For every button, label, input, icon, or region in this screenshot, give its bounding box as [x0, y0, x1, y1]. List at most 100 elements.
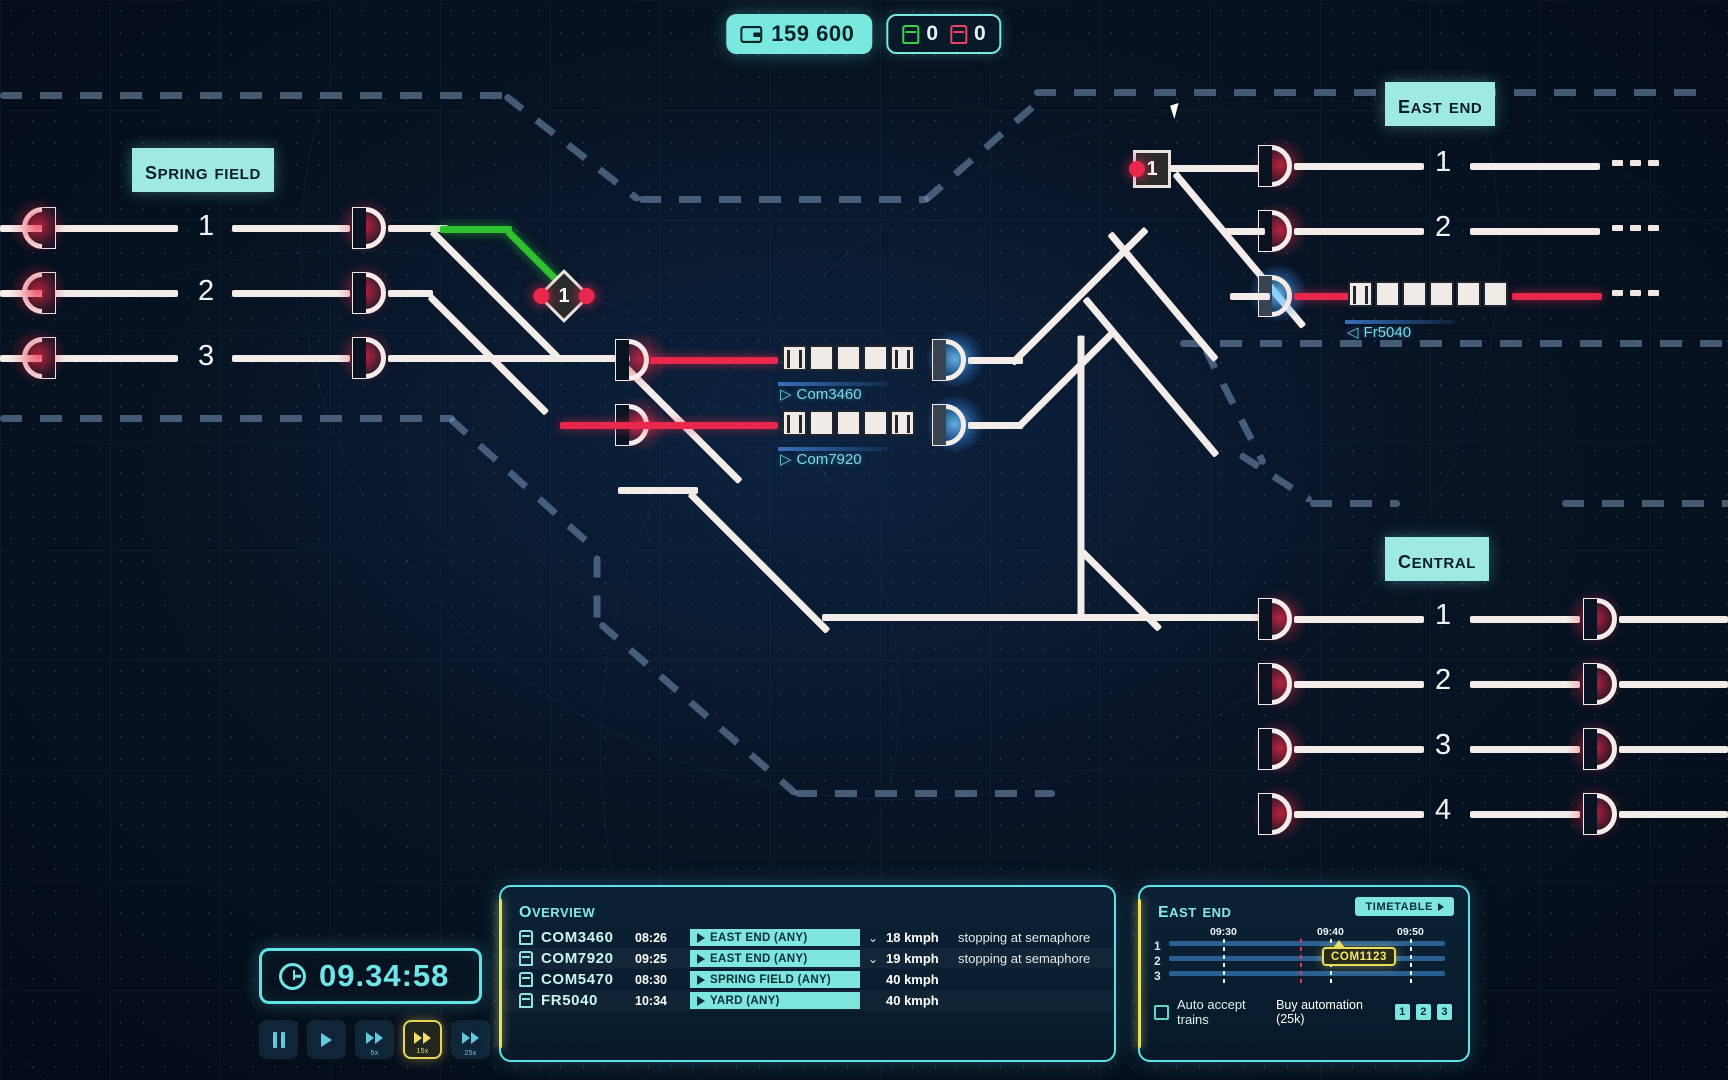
signal-mid-b-east[interactable] [932, 404, 966, 446]
train-speed: 19 kmph [886, 951, 939, 966]
arrow-right-icon [697, 954, 705, 964]
train-icon [519, 972, 533, 987]
platform-number: 1 [1435, 599, 1452, 631]
speed-15x-button[interactable]: 15x [403, 1020, 442, 1059]
track-central-2-out [1619, 681, 1728, 688]
clock-controls: 09.34:58 5x 15x 25x [259, 948, 490, 1059]
speed-5x-button[interactable]: 5x [355, 1020, 394, 1059]
arrow-right-icon [697, 996, 705, 1006]
signal-mid-a-west[interactable] [615, 339, 649, 381]
signal-sf-2-west[interactable] [22, 272, 56, 314]
destination-cell[interactable]: EAST END (ANY) [690, 929, 860, 946]
speed-25x-button[interactable]: 25x [451, 1020, 490, 1059]
track-ee-3-red-out [1512, 293, 1602, 300]
platform-number: 2 [1435, 211, 1452, 243]
play-button[interactable] [307, 1020, 346, 1059]
automation-chip-1[interactable]: 1 [1394, 1004, 1410, 1020]
switch-label: 1 [558, 284, 570, 307]
money-display[interactable]: 159 600 [726, 14, 873, 54]
destination-label: EAST END (ANY) [710, 932, 808, 944]
train-com3460[interactable] [782, 345, 915, 371]
timetable-tick [1223, 939, 1225, 983]
automation-chip-2[interactable]: 2 [1415, 1004, 1431, 1020]
timetable-scheduled-train[interactable]: COM1123 [1322, 940, 1396, 966]
pause-button[interactable] [259, 1020, 298, 1059]
signal-sf-2-east[interactable] [352, 272, 386, 314]
signal-mid-a-east[interactable] [932, 339, 966, 381]
platform-number: 4 [1435, 794, 1452, 826]
track-sf-1-mid [232, 225, 350, 232]
train-counters[interactable]: 0 0 [886, 14, 1002, 54]
auto-accept-checkbox[interactable] [1154, 1004, 1169, 1020]
region-boundary [1562, 500, 1728, 507]
signal-sf-3-west[interactable] [22, 337, 56, 379]
track-continues-dots [1612, 225, 1659, 231]
platform-number: 2 [1435, 664, 1452, 696]
track-ee-2-feed [1225, 228, 1265, 235]
track-ee-2-out [1470, 228, 1600, 235]
signal-central-4-east[interactable] [1583, 793, 1617, 835]
region-boundary [447, 415, 601, 555]
signal-ee-1[interactable] [1258, 145, 1292, 187]
signal-central-4-west[interactable] [1258, 793, 1292, 835]
train-speed: 18 kmph [886, 930, 939, 945]
station-plate-east-end[interactable]: EAST END [1385, 82, 1496, 126]
region-boundary [1180, 340, 1728, 347]
track-central-4-out [1619, 811, 1728, 818]
destination-cell[interactable]: YARD (ANY) [690, 992, 860, 1009]
chevron-down-icon[interactable]: ⌄ [860, 931, 886, 945]
destination-badge: SPRING FIELD (ANY) [690, 971, 860, 988]
track-central-3-out [1619, 746, 1728, 753]
destination-cell[interactable]: SPRING FIELD (ANY) [690, 971, 860, 988]
signal-sf-1-west[interactable] [22, 207, 56, 249]
track-sf-3-mid [232, 355, 350, 362]
signal-central-1-east[interactable] [1583, 598, 1617, 640]
table-row[interactable]: COM7920 09:25 EAST END (ANY) ⌄ 19 kmph s… [501, 948, 1114, 969]
arrow-right-icon [697, 933, 705, 943]
table-row[interactable]: COM3460 08:26 EAST END (ANY) ⌄ 18 kmph s… [501, 927, 1114, 948]
track-central-1-out [1619, 616, 1728, 623]
destination-cell[interactable]: EAST END (ANY) [690, 950, 860, 967]
destination-label: YARD (ANY) [710, 995, 780, 1007]
signal-sf-1-east[interactable] [352, 207, 386, 249]
track-green-h [440, 226, 512, 233]
region-boundary [795, 790, 1055, 797]
station-plate-central[interactable]: CENTRAL [1385, 537, 1490, 581]
region-boundary [0, 92, 510, 99]
switch-box-east-end[interactable]: 1 [1129, 150, 1171, 188]
table-row[interactable]: COM5470 08:30 SPRING FIELD (ANY) 40 kmph [501, 969, 1114, 990]
train-car [836, 410, 861, 436]
clock-display: 09.34:58 [259, 948, 482, 1004]
track-vert-link [1077, 335, 1085, 431]
train-fr5040[interactable] [1348, 281, 1508, 307]
signal-central-3-east[interactable] [1583, 728, 1617, 770]
track-sf-1-out [388, 225, 448, 232]
switch-box-spring-field[interactable]: 1 [530, 269, 598, 323]
signal-central-3-west[interactable] [1258, 728, 1292, 770]
signal-central-2-west[interactable] [1258, 663, 1292, 705]
platform-number: 1 [198, 210, 215, 242]
table-row[interactable]: FR5040 10:34 YARD (ANY) 40 kmph [501, 990, 1114, 1011]
signal-central-2-east[interactable] [1583, 663, 1617, 705]
region-boundary [1238, 451, 1314, 504]
timetable-now-marker [1300, 939, 1302, 983]
region-boundary [1034, 89, 1714, 96]
signal-sf-3-east[interactable] [352, 337, 386, 379]
automation-chip-3[interactable]: 3 [1436, 1004, 1453, 1020]
train-id: COM3460 [541, 929, 614, 946]
timetable-button[interactable]: TIMETABLE [1355, 897, 1454, 916]
track-ee-1-out [1470, 163, 1600, 170]
station-plate-spring-field[interactable]: SPRING FIELD [132, 148, 274, 192]
signal-central-1-west[interactable] [1258, 598, 1292, 640]
train-com7920[interactable] [782, 410, 915, 436]
timetable-graph[interactable]: 1 2 3 09:30 09:40 09:50 COM1123 [1154, 926, 1449, 987]
direction-right-icon: ▷ [780, 386, 792, 403]
track-ee-1-in [1294, 163, 1424, 170]
chevron-right-icon [1438, 903, 1444, 911]
region-boundary [593, 555, 601, 626]
track-central-4-in [1294, 811, 1424, 818]
train-car [782, 410, 807, 436]
train-car [1402, 281, 1427, 307]
chevron-down-icon[interactable]: ⌄ [860, 952, 886, 966]
train-speed: 40 kmph [886, 972, 939, 987]
